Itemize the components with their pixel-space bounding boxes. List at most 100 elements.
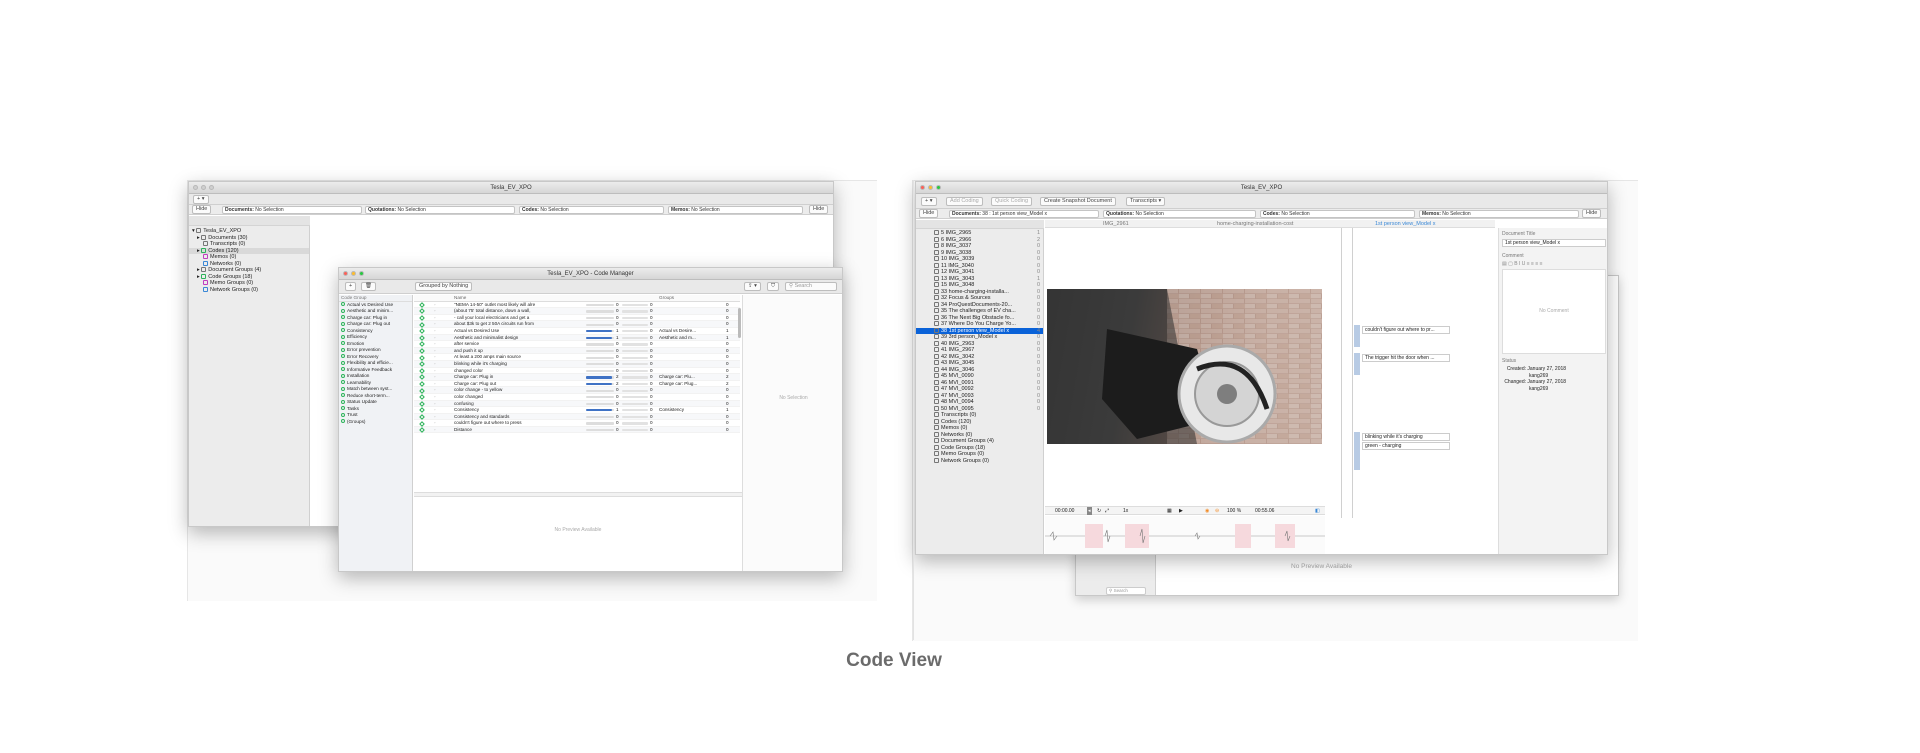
hide-left-button[interactable]: Hide [192, 205, 212, 214]
quote-bracket-3[interactable] [1354, 432, 1360, 470]
add-coding-button[interactable]: Add Coding [946, 197, 983, 206]
memos-selector[interactable]: Memos: No Selection [668, 206, 803, 214]
documents-selector[interactable]: Documents: No Selection [222, 206, 362, 214]
grounded-count: 0 [616, 360, 619, 366]
add-menu-button[interactable]: + ▾ [193, 195, 209, 204]
document-icon [934, 262, 939, 268]
hide-right-button[interactable]: Hide [809, 205, 829, 214]
table-row[interactable]: ◦ Charge car: Plug out 2 0 Charge car: Plug.… [414, 381, 740, 388]
code-icon [419, 341, 425, 348]
transcripts-button[interactable]: Transcripts ▾ [1126, 197, 1166, 206]
add-menu-button[interactable]: + ▾ [921, 197, 937, 206]
search-icon: ⚲ [789, 283, 794, 289]
code-group-icon [341, 341, 345, 346]
frame-icon[interactable]: ▦ [1167, 507, 1172, 515]
quote-label-2[interactable]: The trigger hit the door when ... [1362, 354, 1450, 362]
documents-selector[interactable]: Documents: 38 : 1st person view_Model x [949, 210, 1099, 218]
behind-search-field[interactable]: ⚲ Search [1106, 587, 1146, 595]
quick-coding-button[interactable]: Quick Coding [991, 197, 1033, 206]
code-icon [419, 348, 425, 354]
share-button[interactable]: ⇪ ▾ [744, 282, 761, 291]
table-row[interactable]: ◦ Actual vs Desired Use 1 0 Actual vs Desire… [414, 328, 740, 335]
code-icon [419, 407, 425, 414]
tab-home-charging[interactable]: home-charging-installation-cost [1217, 220, 1293, 228]
marker-icon[interactable]: ◉ [1205, 507, 1209, 515]
filter-button[interactable]: ⛉ [767, 282, 780, 291]
hide-left-button[interactable]: Hide [919, 209, 939, 218]
code-table-scrollbar[interactable] [738, 308, 741, 338]
window-controls[interactable] [920, 185, 941, 190]
density-bar [622, 382, 648, 386]
code-group-label: Tasks [347, 405, 359, 411]
table-row[interactable]: ◦ color change - to yellow 0 0 0 [414, 387, 740, 394]
document-label: 15 IMG_3048 [941, 282, 975, 288]
code-name: Charge car: Plug out [454, 380, 497, 386]
codes-selector[interactable]: Codes: No Selection [519, 206, 664, 214]
skip-back-button[interactable]: ◂ [1087, 507, 1092, 515]
table-row[interactable]: ◦ changed color 0 0 0 [414, 368, 740, 375]
code-name: Aesthetic and minimalist design [454, 334, 519, 340]
table-row[interactable]: ◦ confusing 0 0 0 [414, 400, 740, 408]
tab-img-2961[interactable]: IMG_2961 [1103, 220, 1129, 228]
tab-1st-person-view[interactable]: 1st person view_Model x [1375, 220, 1436, 228]
speed-control[interactable]: 1x [1123, 507, 1128, 515]
table-row[interactable]: ◦ couldn't figure out where to press 0 0 0 [414, 420, 740, 427]
quote-bracket-1[interactable] [1354, 325, 1360, 347]
color-icon: ◦ [434, 308, 436, 314]
comment-box[interactable]: No Comment [1502, 269, 1606, 354]
table-row[interactable]: ◦ and push it up 0 0 0 [414, 347, 740, 355]
name-column-header[interactable]: Name [454, 295, 466, 302]
table-row[interactable]: ◦ (about 75' total distance, down a wall,… [414, 308, 740, 315]
density-bar [622, 429, 648, 432]
code-icon [419, 414, 425, 420]
table-row[interactable]: ◦ "NEMA 14-50" outlet most likely will al… [414, 302, 740, 309]
grouped-by-dropdown[interactable]: Grouped by Nothing [415, 282, 473, 291]
groups-column-header[interactable]: Groups [659, 295, 674, 302]
grounded-count: 0 [616, 308, 619, 314]
search-field[interactable]: ⚲ Search [785, 282, 837, 291]
tree-item-icon [934, 425, 939, 431]
table-row[interactable]: ◦ Aesthetic and minimalist design 1 0 Aesthe… [414, 334, 740, 342]
tree-network-groups[interactable]: Network Groups (0) [189, 287, 309, 294]
table-row[interactable]: ◦ color changed 0 0 0 [414, 394, 740, 401]
code-group-label: Trust [347, 412, 358, 417]
memos-selector[interactable]: Memos: No Selection [1419, 210, 1579, 218]
code-name: color changed [454, 393, 483, 399]
video-frame[interactable] [1047, 289, 1322, 444]
right-main-window: Tesla_EV_XPO + ▾ Add Coding Quick Coding… [915, 181, 1608, 555]
table-row[interactable]: ◦ blinking while it's charging 0 0 0 [414, 360, 740, 368]
play-button[interactable]: ▶ [1179, 507, 1183, 515]
quotations-selector[interactable]: Quotations: No Selection [1103, 210, 1256, 218]
code-group-item[interactable]: (Groups) [339, 419, 412, 426]
table-row[interactable]: ◦ At least a 200 amps main source 0 0 0 [414, 354, 740, 361]
doc-title-field[interactable]: 1st person view_Model x [1502, 239, 1606, 247]
quote-label-1[interactable]: couldn't figure out where to pr... [1362, 326, 1450, 334]
table-row[interactable]: ◦ Consistency and standards 0 0 0 [414, 413, 740, 421]
add-code-button[interactable]: + [345, 282, 357, 291]
table-row[interactable]: ◦ Distance 0 0 0 [414, 426, 740, 434]
sidebar-toggle-icon[interactable]: ◧ [1315, 507, 1320, 515]
create-snapshot-button[interactable]: Create Snapshot Document [1040, 197, 1116, 206]
expand-icon[interactable]: ⤢ [1105, 507, 1109, 515]
quote-label-4[interactable]: green - charging [1362, 442, 1450, 450]
table-row[interactable]: ◦ after service 0 0 0 [414, 341, 740, 348]
hide-right-button[interactable]: Hide [1582, 209, 1602, 218]
code-group-icon [341, 302, 345, 307]
zoom-out-icon[interactable]: ⊖ [1215, 507, 1219, 515]
quote-label-3[interactable]: blinking while it's charging [1362, 433, 1450, 441]
table-row[interactable]: ◦ - call your local electricians and get … [414, 315, 740, 322]
window-controls[interactable] [343, 271, 364, 276]
table-row[interactable]: ◦ Consistency 1 0 Consistency 1 [414, 407, 740, 414]
quotations-selector[interactable]: Quotations: No Selection [365, 206, 515, 214]
table-row[interactable]: ◦ Charge car: Plug in 2 0 Charge car: Plu...… [414, 374, 740, 381]
delete-code-button[interactable]: 🗑 [361, 282, 376, 291]
loop-icon[interactable]: ↻ [1097, 507, 1101, 515]
codes-selector[interactable]: Codes: No Selection [1260, 210, 1415, 218]
zoom-level[interactable]: 100 % [1227, 507, 1241, 515]
tree-item[interactable]: Network Groups (0) [916, 458, 1043, 465]
code-name: Actual vs Desired Use [454, 327, 500, 333]
table-row[interactable]: ◦ about $3k to get 2 50A circuits run fro… [414, 321, 740, 328]
window-controls[interactable] [193, 185, 214, 190]
comment-toolbar[interactable]: ▤ ▢ B I U ≡ ≡ ≡ ≡ [1502, 261, 1606, 267]
quote-bracket-2[interactable] [1354, 353, 1360, 375]
